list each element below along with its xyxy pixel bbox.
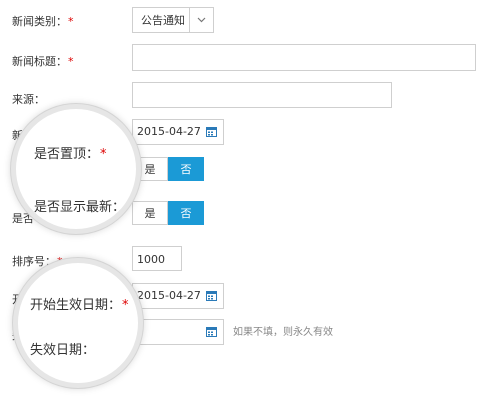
source-label: 来源：	[12, 93, 45, 106]
start-date-input[interactable]: 2015-04-27	[132, 283, 224, 309]
end-date-hint: 如果不填，则永久有效	[233, 327, 333, 338]
show-latest-yes-button[interactable]: 是	[132, 201, 168, 225]
calendar-icon[interactable]	[206, 126, 217, 137]
magnifier-end-label: 失效日期：	[30, 343, 96, 358]
category-select-value: 公告通知	[141, 14, 185, 27]
magnifier-circle-top: 是否置顶：* 是否显示最新：*	[11, 104, 141, 234]
pinned-toggle: 是 否	[132, 157, 204, 181]
end-date-input[interactable]	[132, 319, 224, 345]
source-input[interactable]	[132, 82, 392, 108]
magnifier-latest-label: 是否显示最新：*	[34, 200, 133, 215]
sort-order-value: 1000	[137, 253, 165, 266]
show-latest-toggle: 是 否	[132, 201, 204, 225]
magnifier-circle-bottom: 开始生效日期：* 失效日期：	[13, 258, 143, 388]
calendar-icon[interactable]	[206, 326, 217, 337]
pinned-no-button[interactable]: 否	[168, 157, 204, 181]
title-input[interactable]	[132, 44, 476, 71]
magnifier-pinned-label: 是否置顶：*	[34, 147, 107, 162]
news-date-input[interactable]: 2015-04-27	[132, 119, 224, 145]
news-date-value: 2015-04-27	[137, 125, 201, 138]
category-label: 新闻类别：*	[12, 15, 74, 28]
category-select[interactable]: 公告通知	[132, 7, 214, 33]
chevron-down-icon	[189, 8, 213, 32]
show-latest-no-button[interactable]: 否	[168, 201, 204, 225]
calendar-icon[interactable]	[206, 290, 217, 301]
start-date-value: 2015-04-27	[137, 289, 201, 302]
magnifier-start-label: 开始生效日期：*	[30, 298, 129, 313]
title-label: 新闻标题：*	[12, 55, 74, 68]
sort-order-input[interactable]: 1000	[132, 246, 182, 271]
